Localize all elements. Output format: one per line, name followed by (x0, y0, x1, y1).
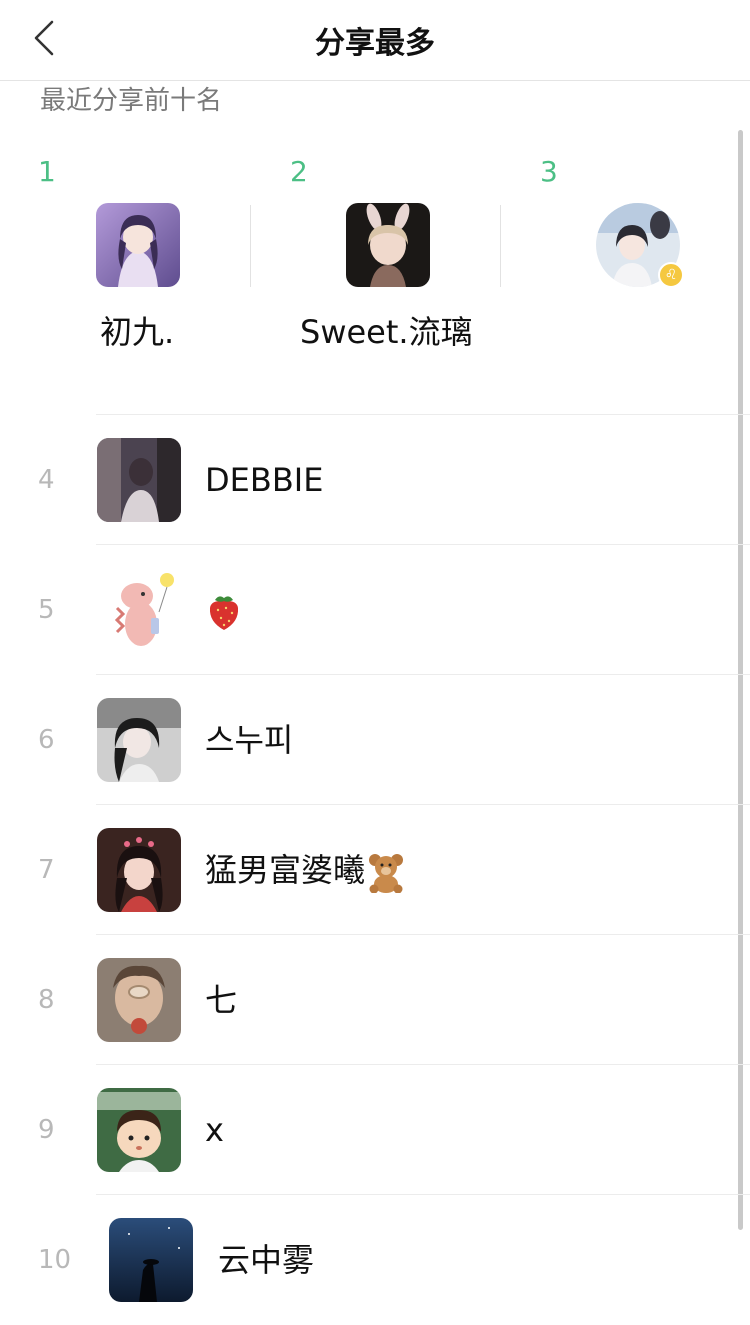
top-user-2[interactable]: Sweet.流璃 (300, 203, 550, 353)
rank-number: 6 (38, 725, 55, 755)
column-divider (500, 205, 501, 287)
top-rank-1-number: 1 (38, 155, 56, 188)
user-name: 猛男富婆曦 (205, 805, 407, 935)
strawberry-icon (209, 596, 239, 630)
avatar[interactable] (97, 958, 181, 1042)
section-subtitle: 最近分享前十名 (40, 86, 223, 116)
user-name (205, 545, 243, 675)
top-user-1-name: 初九. (100, 313, 175, 351)
avatar[interactable] (97, 698, 181, 782)
avatar[interactable] (96, 203, 180, 287)
top-user-2-name: Sweet.流璃 (300, 313, 473, 351)
user-name: 七 (205, 981, 238, 1019)
list-item[interactable]: 6 스누피 (0, 675, 740, 805)
list-item[interactable]: 7 猛男富婆曦 (0, 805, 740, 935)
rank-number: 9 (38, 1115, 55, 1145)
nav-bar: 分享最多 (0, 0, 750, 81)
rank-number: 5 (38, 595, 55, 625)
list-item[interactable]: 10 云中雾 (0, 1195, 740, 1325)
avatar[interactable] (97, 568, 181, 652)
rank-number: 8 (38, 985, 55, 1015)
rank-number: 7 (38, 855, 55, 885)
list-item[interactable]: 5 (0, 545, 740, 675)
avatar[interactable] (109, 1218, 193, 1302)
avatar[interactable] (97, 828, 181, 912)
user-name: 云中雾 (218, 1241, 315, 1279)
user-name: 스누피 (205, 721, 294, 759)
column-divider (250, 205, 251, 287)
avatar[interactable] (97, 438, 181, 522)
avatar[interactable] (346, 203, 430, 287)
list-item[interactable]: 8 七 (0, 935, 740, 1065)
top-rank-3-number: 3 (540, 155, 558, 188)
page-title: 分享最多 (315, 26, 435, 61)
top-rank-2-number: 2 (290, 155, 308, 188)
teddy-bear-icon (369, 854, 404, 893)
rank-number: 4 (38, 465, 55, 495)
list-item[interactable]: 4 DEBBIE (0, 415, 740, 545)
rank-number: 10 (38, 1245, 72, 1275)
avatar[interactable] (97, 1088, 181, 1172)
user-name: x (205, 1111, 224, 1149)
leo-badge-icon: ♌ (658, 262, 684, 288)
list-item[interactable]: 9 x (0, 1065, 740, 1195)
user-name: DEBBIE (205, 461, 324, 499)
